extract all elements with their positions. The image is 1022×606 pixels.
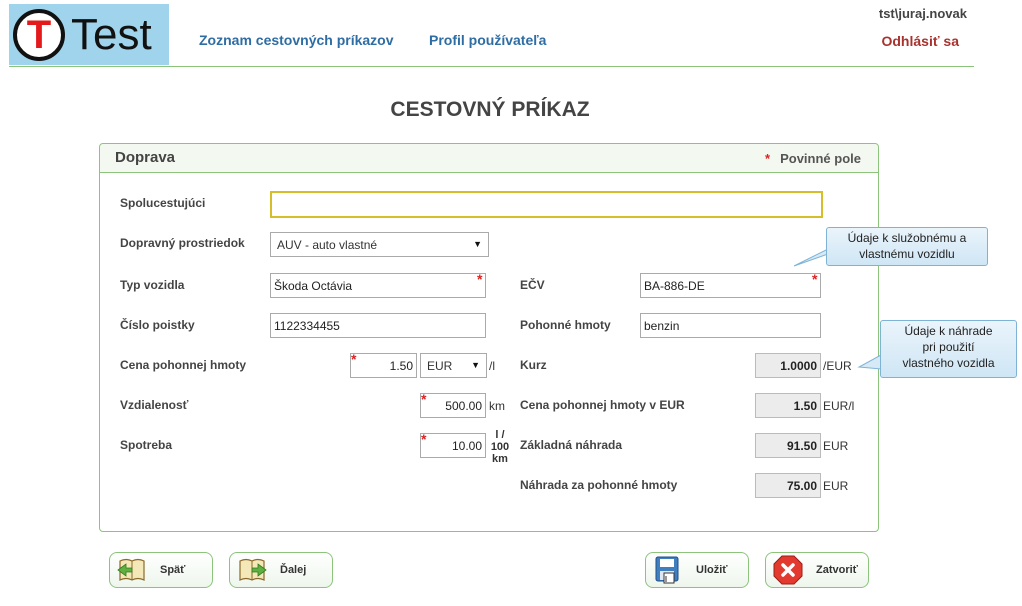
unit-line-2: 100 <box>490 441 510 453</box>
callout-line: pri použití <box>922 340 975 354</box>
close-button[interactable]: Zatvoriť <box>765 552 869 588</box>
dopravny-prostriedok-value: AUV - auto vlastné <box>277 237 378 252</box>
callout-reimbursement-info: Údaje k náhrade pri použití vlastného vo… <box>880 320 1017 378</box>
spolucestujuci-input[interactable] <box>270 191 823 218</box>
cislo-poistky-input[interactable]: 1122334455 <box>270 313 486 338</box>
label-nahrada-ph: Náhrada za pohonné hmoty <box>520 478 678 492</box>
logout-link[interactable]: Odhlásiť sa <box>881 33 959 49</box>
panel-header: Doprava * Povinné pole <box>100 144 878 173</box>
label-pohonne-hmoty: Pohonné hmoty <box>520 318 611 332</box>
unit-eur-per-liter: EUR/l <box>823 399 855 413</box>
callout-vehicle-info: Údaje k služobnému a vlastnému vozidlu <box>826 227 988 266</box>
logo-circle: T <box>13 8 65 61</box>
label-typ-vozidla: Typ vozidla <box>120 278 185 292</box>
nahrada-ph-value: 75.00 <box>755 473 821 498</box>
dopravny-prostriedok-select[interactable]: AUV - auto vlastné ▼ <box>270 232 489 257</box>
callout-line: Údaje k náhrade <box>904 324 993 338</box>
book-back-icon <box>116 556 148 584</box>
kurz-value: 1.0000 <box>755 353 821 378</box>
label-spolucestujuci: Spolucestujúci <box>120 196 206 210</box>
callout-line: Údaje k služobnému a <box>847 231 967 245</box>
required-marker: * <box>812 271 818 287</box>
unit-line-1: l / <box>495 429 505 441</box>
vzdialenost-input[interactable]: 500.00 <box>420 393 486 418</box>
book-next-icon <box>236 556 268 584</box>
unit-line-3: km <box>492 453 508 465</box>
label-ecv: EČV <box>520 278 545 292</box>
required-marker: * <box>421 391 427 407</box>
callout-pointer <box>793 247 846 267</box>
nav-travel-orders[interactable]: Zoznam cestovných príkazov <box>199 32 394 48</box>
currency-value: EUR <box>427 358 453 373</box>
unit-per-liter: /l <box>489 359 495 373</box>
required-marker: * <box>351 351 357 367</box>
next-button-label: Ďalej <box>280 564 307 576</box>
cena-ph-eur-value: 1.50 <box>755 393 821 418</box>
save-button[interactable]: Uložiť <box>645 552 749 588</box>
unit-l-per-100km: l / 100 km <box>489 429 511 465</box>
currency-select[interactable]: EUR ▼ <box>420 353 487 378</box>
label-spotreba: Spotreba <box>120 438 173 452</box>
pohonne-hmoty-input[interactable]: benzin <box>640 313 821 338</box>
header-divider <box>9 66 974 67</box>
app-logo[interactable]: T Test <box>9 4 169 65</box>
unit-per-eur: /EUR <box>823 359 852 373</box>
required-marker: * <box>421 431 427 447</box>
logo-letter: T <box>26 12 52 57</box>
page-title: CESTOVNÝ PRÍKAZ <box>390 98 590 121</box>
cena-ph-input[interactable]: 1.50 <box>350 353 417 378</box>
label-cena-pohonnej-hmoty: Cena pohonnej hmoty <box>120 358 246 372</box>
label-kurz: Kurz <box>520 358 547 372</box>
close-button-label: Zatvoriť <box>816 564 858 576</box>
callout-line: vlastnému vozidlu <box>859 247 955 261</box>
spotreba-input[interactable]: 10.00 <box>420 433 486 458</box>
typ-vozidla-input[interactable]: Škoda Octávia <box>270 273 486 298</box>
save-icon <box>652 556 684 584</box>
back-button[interactable]: Späť <box>109 552 213 588</box>
ecv-input[interactable]: BA-886-DE <box>640 273 821 298</box>
chevron-down-icon: ▼ <box>473 239 482 249</box>
label-vzdialenost: Vzdialenosť <box>120 398 189 412</box>
back-button-label: Späť <box>160 564 186 576</box>
label-dopravny-prostriedok: Dopravný prostriedok <box>120 236 245 250</box>
unit-km: km <box>489 399 505 413</box>
unit-eur: EUR <box>823 479 849 493</box>
callout-line: vlastného vozidla <box>902 356 995 370</box>
current-user: tst\juraj.novak <box>878 6 967 21</box>
zakladna-nahrada-value: 91.50 <box>755 433 821 458</box>
chevron-down-icon: ▼ <box>471 360 480 370</box>
unit-eur: EUR <box>823 439 849 453</box>
required-star: * <box>765 151 771 166</box>
close-icon <box>772 555 804 585</box>
nav-user-profile[interactable]: Profil používateľa <box>429 32 546 48</box>
required-note-text: Povinné pole <box>780 151 861 166</box>
label-zakladna-nahrada: Základná náhrada <box>520 438 623 452</box>
next-button[interactable]: Ďalej <box>229 552 333 588</box>
required-note: * Povinné pole <box>765 151 861 166</box>
required-marker: * <box>477 271 483 287</box>
label-cislo-poistky: Číslo poistky <box>120 318 195 332</box>
label-cena-ph-eur: Cena pohonnej hmoty v EUR <box>520 398 685 412</box>
page: T Test Zoznam cestovných príkazov Profil… <box>0 0 1022 606</box>
logo-text: Test <box>71 9 152 59</box>
save-button-label: Uložiť <box>696 564 728 576</box>
panel-title: Doprava <box>115 149 176 166</box>
